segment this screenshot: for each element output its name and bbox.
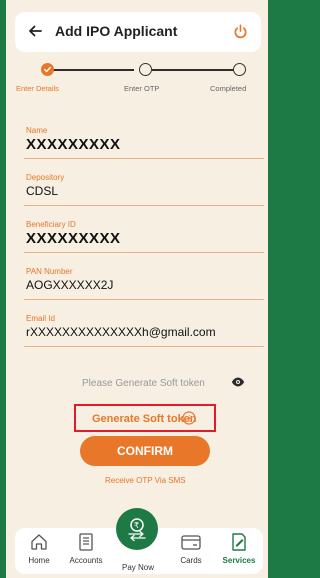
applicant-form: Name XXXXXXXXX Depository CDSL Beneficia… [24,112,264,347]
app-screen: Add IPO Applicant Enter Details Enter OT… [6,0,268,578]
nav-label-pay-now: Pay Now [122,563,155,572]
stepper-connector [52,69,134,71]
power-icon[interactable] [232,23,249,40]
name-field[interactable]: Name XXXXXXXXX [24,112,264,159]
beneficiary-id-field[interactable]: Beneficiary ID XXXXXXXXX [24,206,264,253]
pan-number-field[interactable]: PAN Number AOGXXXXXX2J [24,253,264,300]
soft-token-placeholder: Please Generate Soft token [82,378,205,389]
services-icon [232,533,246,551]
beneficiary-id-label: Beneficiary ID [26,220,76,229]
stepper-connector [152,69,234,71]
nav-label-cards: Cards [180,556,202,565]
name-label: Name [26,126,48,135]
progress-stepper: Enter Details Enter OTP Completed [14,60,262,100]
back-arrow-icon[interactable] [27,23,43,39]
depository-field[interactable]: Depository CDSL [24,159,264,206]
pan-number-label: PAN Number [26,267,73,276]
app-header: Add IPO Applicant [15,12,261,52]
soft-token-input[interactable]: Please Generate Soft token [24,368,264,398]
depository-value: CDSL [26,184,59,198]
step-label-enter-otp: Enter OTP [124,84,160,93]
nav-item-services[interactable]: Services [217,532,261,565]
nav-item-home[interactable]: Home [17,532,61,565]
nav-label-accounts: Accounts [69,556,103,565]
step-label-completed: Completed [210,84,247,93]
nav-label-services: Services [222,556,256,565]
accounts-icon [79,533,93,551]
pay-now-icon: ₹ [128,518,146,542]
nav-item-accounts[interactable]: Accounts [64,532,108,565]
eye-icon[interactable] [231,376,245,388]
email-field[interactable]: Email Id rXXXXXXXXXXXXXXh@gmail.com [24,300,264,347]
email-value: rXXXXXXXXXXXXXXh@gmail.com [26,325,216,339]
depository-label: Depository [26,173,65,182]
svg-text:₹: ₹ [134,521,139,530]
page-title: Add IPO Applicant [55,23,178,39]
card-icon [181,535,201,550]
generate-soft-token-label: Generate Soft token [92,413,197,425]
email-label: Email Id [26,314,55,323]
receive-otp-sms-link[interactable]: Receive OTP Via SMS [105,476,186,485]
name-value: XXXXXXXXX [26,136,121,153]
pan-number-value: AOGXXXXXX2J [26,278,114,292]
nav-label-home: Home [28,556,50,565]
home-icon [31,534,47,550]
svg-text:i: i [188,414,191,424]
info-icon[interactable]: i [182,411,196,425]
step-done-checkmark-icon [41,63,54,76]
confirm-button[interactable]: CONFIRM [80,436,210,466]
beneficiary-id-value: XXXXXXXXX [26,230,121,247]
nav-item-cards[interactable]: Cards [169,532,213,565]
step-label-enter-details: Enter Details [16,84,59,93]
generate-soft-token-button[interactable]: Generate Soft token i [74,404,216,432]
pay-now-button[interactable]: ₹ [116,508,158,550]
step-pending-icon [139,63,152,76]
step-pending-icon [233,63,246,76]
